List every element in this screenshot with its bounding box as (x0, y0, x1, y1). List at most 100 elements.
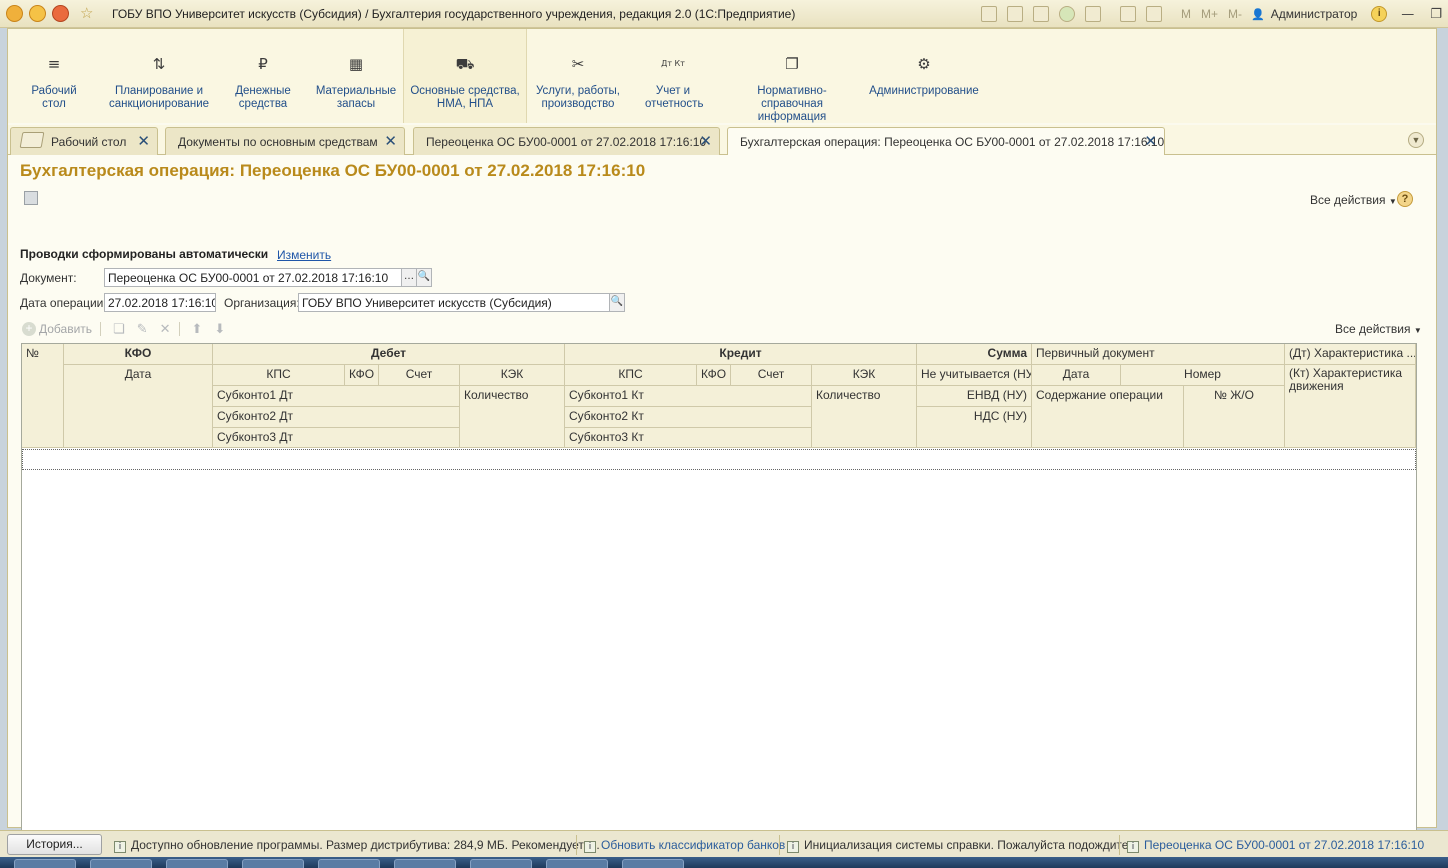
col-credit-quantity[interactable]: Количество (812, 386, 917, 448)
close-icon[interactable]: ✕ (384, 132, 397, 150)
user-name[interactable]: Администратор (1271, 7, 1358, 21)
delete-icon[interactable]: ✕ (160, 322, 171, 337)
taskbar-button[interactable] (242, 859, 304, 868)
section-money[interactable]: ₽ Денежные средства (226, 29, 300, 123)
col-subkonto2-dt[interactable]: Субконто2 Дт (213, 407, 460, 428)
notice-update[interactable]: i Доступно обновление программы. Размер д… (114, 838, 600, 853)
close-circle-icon[interactable] (52, 5, 69, 22)
close-icon[interactable]: ✕ (137, 132, 150, 150)
history-button[interactable]: История... (7, 834, 102, 855)
taskbar-button[interactable] (318, 859, 380, 868)
taskbar-button[interactable] (622, 859, 684, 868)
select-document-button[interactable]: … (401, 268, 417, 287)
tab-revaluation[interactable]: Переоценка ОС БУ00-0001 от 27.02.2018 17… (413, 127, 720, 155)
section-reference[interactable]: ❐ Нормативно-справочная информация (722, 29, 862, 123)
close-icon[interactable]: ✕ (1144, 132, 1157, 150)
notice-help-init[interactable]: i Инициализация системы справки. Пожалуйс… (787, 838, 1138, 853)
info-icon[interactable]: i (1371, 6, 1388, 22)
postings-table[interactable]: № КФО Дата Дебет КПС КФО Счет КЭК Субкон… (21, 343, 1417, 841)
col-credit-account[interactable]: Счет (731, 365, 812, 386)
save-disk-icon[interactable] (981, 6, 997, 22)
col-subkonto1-kt[interactable]: Субконто1 Кт (565, 386, 812, 407)
section-fixed-assets[interactable]: ⛟ Основные средства, НМА, НПА (403, 29, 527, 123)
col-debit-account[interactable]: Счет (379, 365, 460, 386)
col-debit-kps[interactable]: КПС (213, 365, 345, 386)
edit-icon[interactable]: ✎ (137, 322, 148, 337)
tab-desktop[interactable]: Рабочий стол ✕ (10, 127, 158, 155)
memory-mplus-button[interactable]: M+ (1201, 7, 1218, 21)
notice-update-banks[interactable]: i Обновить классификатор банков (584, 838, 785, 853)
col-debit-kek[interactable]: КЭК (460, 365, 565, 386)
form-all-actions-menu[interactable]: Все действия ▼ (1310, 193, 1397, 207)
change-link[interactable]: Изменить (277, 248, 331, 262)
col-nds[interactable]: НДС (НУ) (917, 407, 1032, 448)
taskbar-button[interactable] (166, 859, 228, 868)
notice-revaluation[interactable]: i Переоценка ОС БУ00-0001 от 27.02.2018 1… (1127, 838, 1424, 853)
calculator-icon[interactable] (1120, 6, 1136, 22)
col-not-counted[interactable]: Не учитывается (НУ) (917, 365, 1032, 386)
col-operation-content[interactable]: Содержание операции (1032, 386, 1184, 448)
taskbar-button[interactable] (90, 859, 152, 868)
col-envd[interactable]: ЕНВД (НУ) (917, 386, 1032, 407)
col-sum[interactable]: Сумма (917, 344, 1032, 365)
favorites-star-icon[interactable]: ☆ (80, 4, 97, 22)
move-up-icon[interactable]: ⬆ (192, 322, 203, 337)
col-kfo[interactable]: КФО (64, 344, 213, 365)
move-down-icon[interactable]: ⬇ (214, 322, 225, 337)
col-date[interactable]: Дата (64, 365, 213, 448)
copy-icon[interactable]: ❏ (113, 322, 125, 337)
memory-mminus-button[interactable]: M- (1228, 7, 1242, 21)
1c-logo-icon[interactable] (6, 5, 23, 22)
document-field[interactable]: Переоценка ОС БУ00-0001 от 27.02.2018 17… (104, 268, 402, 287)
taskbar-button[interactable] (470, 859, 532, 868)
taskbar-button[interactable] (14, 859, 76, 868)
col-credit-kps[interactable]: КПС (565, 365, 697, 386)
section-services[interactable]: ✂ Услуги, работы, производство (532, 29, 624, 123)
save-icon[interactable] (24, 191, 38, 205)
search-icon[interactable]: 🔍 (416, 268, 432, 287)
col-primary-date[interactable]: Дата (1032, 365, 1121, 386)
col-number[interactable]: № (22, 344, 64, 448)
col-subkonto1-dt[interactable]: Субконто1 Дт (213, 386, 460, 407)
menu-dropdown-icon[interactable] (29, 5, 46, 22)
add-favorite-icon[interactable] (1059, 6, 1075, 22)
mail-icon[interactable] (1033, 6, 1049, 22)
history-icon[interactable] (1085, 6, 1101, 22)
col-primary-document[interactable]: Первичный документ (1032, 344, 1285, 365)
close-icon[interactable]: ✕ (699, 132, 712, 150)
col-credit-kek[interactable]: КЭК (812, 365, 917, 386)
section-administration[interactable]: ⚙ Администрирование (868, 29, 980, 123)
tab-fixed-asset-docs[interactable]: Документы по основным средствам ✕ (165, 127, 405, 155)
section-planning[interactable]: ⇅ Планирование и санкционирование (104, 29, 214, 123)
taskbar-button[interactable] (546, 859, 608, 868)
date-field[interactable]: 27.02.2018 17:16:10 (104, 293, 216, 312)
col-subkonto3-dt[interactable]: Субконто3 Дт (213, 428, 460, 448)
col-credit-kfo[interactable]: КФО (697, 365, 731, 386)
section-accounting[interactable]: Дт Кт Учет и отчетность (636, 29, 710, 123)
col-debit[interactable]: Дебет (213, 344, 565, 365)
minimize-icon[interactable]: — (1401, 7, 1414, 22)
organization-field[interactable]: ГОБУ ВПО Университет искусств (Субсидия) (298, 293, 610, 312)
search-icon[interactable]: 🔍 (609, 293, 625, 312)
col-subkonto3-kt[interactable]: Субконто3 Кт (565, 428, 812, 448)
taskbar-button[interactable] (394, 859, 456, 868)
calendar-icon[interactable] (1146, 6, 1162, 22)
section-materials[interactable]: ▦ Материальные запасы (312, 29, 400, 123)
col-credit[interactable]: Кредит (565, 344, 917, 365)
add-row-button[interactable]: + Добавить (22, 322, 92, 336)
tab-accounting-operation[interactable]: Бухгалтерская операция: Переоценка ОС БУ… (727, 127, 1165, 156)
help-icon[interactable]: ? (1397, 191, 1413, 207)
section-desktop[interactable]: ≡ Рабочий стол (14, 29, 94, 123)
memory-m-button[interactable]: M (1181, 7, 1191, 21)
restore-icon[interactable]: ❐ (1430, 7, 1442, 22)
tabs-more-icon[interactable]: ▼ (1408, 132, 1424, 148)
col-jo-number[interactable]: № Ж/О (1184, 386, 1285, 448)
table-all-actions-menu[interactable]: Все действия ▼ (1335, 322, 1422, 336)
col-subkonto2-kt[interactable]: Субконто2 Кт (565, 407, 812, 428)
col-char-kt[interactable]: (Кт) Характеристика движения (1285, 365, 1416, 448)
col-primary-number[interactable]: Номер (1121, 365, 1285, 386)
col-debit-kfo[interactable]: КФО (345, 365, 379, 386)
col-char-dt[interactable]: (Дт) Характеристика ... (1285, 344, 1416, 365)
col-debit-quantity[interactable]: Количество (460, 386, 565, 448)
table-row[interactable] (22, 449, 1416, 470)
